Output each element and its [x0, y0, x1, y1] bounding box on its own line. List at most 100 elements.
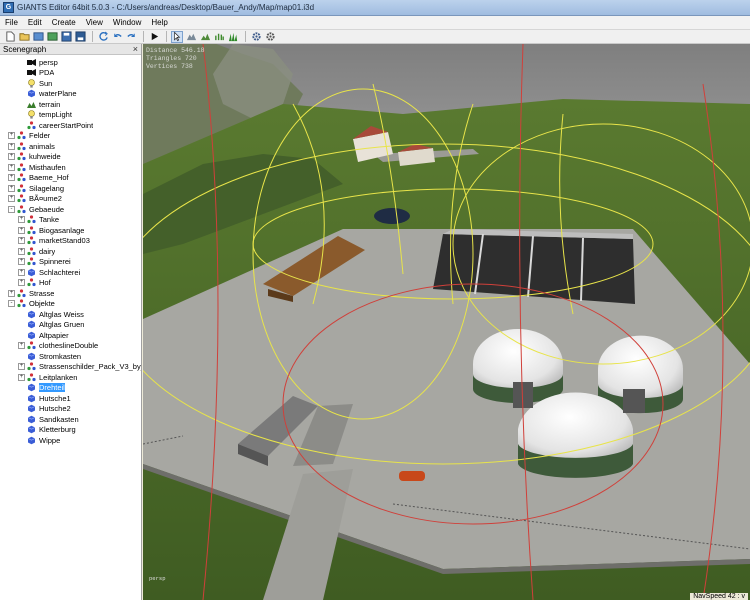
new-file-icon[interactable]	[4, 31, 16, 43]
tree-node[interactable]: careerStartPoint	[0, 120, 141, 131]
tree-node-label: dairy	[39, 246, 56, 256]
tree-node[interactable]: + Strassenschilder_Pack_V3_by_N	[0, 362, 141, 373]
collapse-icon[interactable]: -	[8, 300, 15, 308]
expand-icon[interactable]: +	[8, 184, 15, 192]
water-tank	[374, 208, 410, 224]
redo-icon[interactable]	[125, 31, 137, 43]
shape-icon	[27, 310, 36, 319]
expand-icon[interactable]: +	[8, 163, 15, 171]
tree-node[interactable]: Stromkasten	[0, 351, 141, 362]
expand-icon[interactable]: +	[18, 279, 25, 287]
tree-node[interactable]: + Schlachterei	[0, 267, 141, 278]
tree-node-label: Hof	[39, 278, 51, 288]
expand-icon[interactable]: +	[18, 363, 25, 371]
tree-node[interactable]: + Silagelang	[0, 183, 141, 194]
tree-node[interactable]: - Objekte	[0, 299, 141, 310]
tree-node[interactable]: + BÃ¤ume2	[0, 194, 141, 205]
expand-icon[interactable]: +	[18, 373, 25, 381]
menu-view[interactable]: View	[81, 18, 108, 27]
tree-node[interactable]: + Spinnerei	[0, 257, 141, 268]
shape-icon	[27, 268, 36, 277]
settings-gear-icon[interactable]	[250, 31, 262, 43]
tree-node[interactable]: + clotheslineDouble	[0, 341, 141, 352]
tree-node[interactable]: + animals	[0, 141, 141, 152]
tree-node[interactable]: terrain	[0, 99, 141, 110]
expand-icon[interactable]: +	[8, 142, 15, 150]
light-icon	[27, 110, 36, 119]
save-as-icon[interactable]	[74, 31, 86, 43]
import-icon[interactable]	[32, 31, 44, 43]
menu-bar: File Edit Create View Window Help	[0, 16, 750, 30]
tree-node[interactable]: + dairy	[0, 246, 141, 257]
tree-node-label: kuhweide	[29, 152, 61, 162]
select-tool-icon[interactable]	[171, 30, 183, 43]
expand-icon[interactable]: +	[18, 226, 25, 234]
tree-node[interactable]: Altglas Weiss	[0, 309, 141, 320]
expand-icon[interactable]: +	[8, 174, 15, 182]
menu-window[interactable]: Window	[108, 18, 146, 27]
tree-node[interactable]: + Misthaufen	[0, 162, 141, 173]
tree-node[interactable]: + Tanke	[0, 215, 141, 226]
tree-node[interactable]: + marketStand03	[0, 236, 141, 247]
tree-node[interactable]: Drehteil	[0, 383, 141, 394]
open-file-icon[interactable]	[18, 31, 30, 43]
tree-node[interactable]: + kuhweide	[0, 152, 141, 163]
tree-node[interactable]: Wippe	[0, 435, 141, 446]
terrain-tool-icon[interactable]	[185, 31, 197, 43]
tree-node-label: Leitplanken	[39, 372, 78, 382]
tree-node-label: tempLight	[39, 110, 72, 120]
expand-icon[interactable]: +	[18, 247, 25, 255]
render-stats: Distance 546.18 Triangles 720 Vertices 7…	[146, 47, 205, 71]
collapse-icon[interactable]: -	[8, 205, 15, 213]
tree-node[interactable]: + Strasse	[0, 288, 141, 299]
tree-node[interactable]: Altpapier	[0, 330, 141, 341]
camera-label: persp	[149, 575, 166, 582]
menu-create[interactable]: Create	[47, 18, 81, 27]
save-icon[interactable]	[60, 31, 72, 43]
3d-viewport[interactable]: Distance 546.18 Triangles 720 Vertices 7…	[143, 44, 750, 600]
expand-icon[interactable]: +	[18, 268, 25, 276]
expand-icon[interactable]: +	[18, 216, 25, 224]
paint-tool-icon[interactable]	[199, 31, 211, 43]
tree-node[interactable]: + Hof	[0, 278, 141, 289]
menu-help[interactable]: Help	[146, 18, 172, 27]
undo-icon[interactable]	[111, 31, 123, 43]
play-icon[interactable]	[148, 31, 160, 43]
transform-icon	[27, 373, 36, 382]
menu-edit[interactable]: Edit	[23, 18, 47, 27]
expand-icon[interactable]: +	[8, 195, 15, 203]
tree-node[interactable]: Altglas Gruen	[0, 320, 141, 331]
tree-node[interactable]: + Felder	[0, 131, 141, 142]
tree-node[interactable]: PDA	[0, 68, 141, 79]
expand-icon[interactable]: +	[18, 258, 25, 266]
tree-node[interactable]: + Baeme_Hof	[0, 173, 141, 184]
transform-icon	[17, 299, 26, 308]
shape-icon	[27, 415, 36, 424]
grass-tool-icon[interactable]	[227, 31, 239, 43]
tree-node[interactable]: Sandkasten	[0, 414, 141, 425]
tree-node[interactable]: Hutsche2	[0, 404, 141, 415]
tree-node[interactable]: + Leitplanken	[0, 372, 141, 383]
tree-node[interactable]: Kletterburg	[0, 425, 141, 436]
menu-file[interactable]: File	[0, 18, 23, 27]
expand-icon[interactable]: +	[18, 237, 25, 245]
scene-render[interactable]	[143, 44, 750, 600]
refresh-icon[interactable]	[97, 31, 109, 43]
foliage-tool-icon[interactable]	[213, 31, 225, 43]
expand-icon[interactable]: +	[18, 342, 25, 350]
expand-icon[interactable]: +	[8, 153, 15, 161]
window-title: GIANTS Editor 64bit 5.0.3 - C:/Users/and…	[17, 3, 315, 12]
tree-node[interactable]: persp	[0, 57, 141, 68]
expand-icon[interactable]: +	[8, 289, 15, 297]
tree-node[interactable]: tempLight	[0, 110, 141, 121]
tree-node[interactable]: waterPlane	[0, 89, 141, 100]
tree-node[interactable]: - Gebaeude	[0, 204, 141, 215]
tree-node-label: Altglas Gruen	[39, 320, 85, 330]
snap-gear-icon[interactable]	[264, 31, 276, 43]
export-icon[interactable]	[46, 31, 58, 43]
close-icon[interactable]: ×	[133, 44, 138, 54]
tree-node[interactable]: Sun	[0, 78, 141, 89]
tree-node[interactable]: Hutsche1	[0, 393, 141, 404]
tree-node[interactable]: + Biogasanlage	[0, 225, 141, 236]
expand-icon[interactable]: +	[8, 132, 15, 140]
